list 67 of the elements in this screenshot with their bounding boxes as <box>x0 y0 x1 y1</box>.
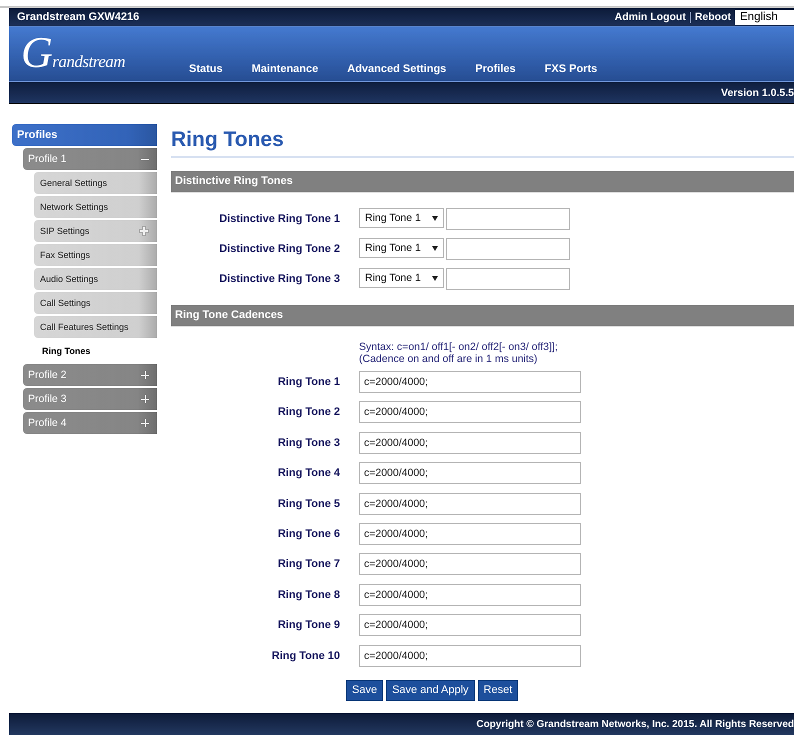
syntax-note: Syntax: c=on1/ off1[- on2/ off2[- on3/ off3]]; <box>359 341 559 353</box>
header-link[interactable]: Admin Logout <box>614 11 686 23</box>
page-title: Ring Tones <box>171 126 794 158</box>
sidebar-item[interactable]: Call Features Settings <box>34 316 157 338</box>
logo: Grandstream <box>21 31 126 75</box>
sidebar-item[interactable]: Fax Settings <box>34 244 157 266</box>
field-label: Ring Tone 5 <box>276 498 340 510</box>
section-header: Ring Tone Cadences <box>171 305 794 327</box>
ring-tone-select[interactable]: Ring Tone 1 <box>359 268 444 288</box>
field-label: Ring Tone 9 <box>276 619 340 632</box>
expand-icon <box>141 395 149 403</box>
profile-item[interactable]: Profile 2 <box>23 364 157 386</box>
sidebar-item[interactable]: SIP Settings <box>34 220 157 242</box>
field-label: Ring Tone 3 <box>276 436 340 449</box>
sidebar-item[interactable]: Audio Settings <box>34 268 157 290</box>
field-label: Distinctive Ring Tone 3 <box>218 273 340 285</box>
ring-tone-select[interactable]: Ring Tone 1 <box>359 238 444 258</box>
header-link[interactable]: Reboot <box>694 11 731 23</box>
sidebar-header[interactable]: Profiles <box>12 124 157 146</box>
syntax-note: (Cadence on and off are in 1 ms units) <box>359 353 538 365</box>
input-field[interactable]: c=2000/4000; <box>359 522 581 545</box>
product-name: Grandstream GXW4216 <box>17 11 140 23</box>
input-field[interactable]: c=2000/4000; <box>359 371 581 393</box>
profile-item[interactable]: Profile 3 <box>23 388 157 410</box>
field-label: Ring Tone 4 <box>276 467 340 480</box>
input-field[interactable] <box>446 208 570 230</box>
sidebar-item[interactable]: Call Settings <box>34 292 157 314</box>
field-label: Ring Tone 6 <box>276 528 340 540</box>
copyright-text: Copyright © Grandstream Networks, Inc. 2015. All Rights Reserved <box>476 718 794 730</box>
nav-link[interactable]: Profiles <box>475 63 516 75</box>
field-label: Ring Tone 1 <box>276 376 340 388</box>
sidebar-item[interactable]: Network Settings <box>34 196 157 218</box>
section-header: Distinctive Ring Tones <box>171 171 794 193</box>
input-field[interactable]: c=2000/4000; <box>359 553 581 576</box>
nav-link[interactable]: FXS Ports <box>544 63 598 75</box>
input-field[interactable]: c=2000/4000; <box>359 462 581 484</box>
action-button[interactable]: Save and Apply <box>386 680 475 701</box>
action-button[interactable]: Reset <box>478 680 518 701</box>
caret-icon <box>432 246 438 250</box>
input-field[interactable] <box>446 238 570 260</box>
ring-tone-select[interactable]: Ring Tone 1 <box>359 208 444 228</box>
profile-item[interactable]: Profile 4 <box>23 412 157 434</box>
field-label: Distinctive Ring Tone 2 <box>218 243 340 255</box>
expand-icon <box>141 419 149 427</box>
version-text: Version 1.0.5.5 <box>721 86 794 98</box>
field-label: Ring Tone 7 <box>276 558 340 570</box>
field-label: Ring Tone 8 <box>276 588 340 601</box>
action-button[interactable]: Save <box>346 680 384 701</box>
nav-link[interactable]: Status <box>189 63 223 75</box>
input-field[interactable]: c=2000/4000; <box>359 614 581 636</box>
input-field[interactable]: c=2000/4000; <box>359 432 581 454</box>
field-label: Ring Tone 10 <box>270 650 340 662</box>
field-label: Ring Tone 2 <box>276 406 340 418</box>
language-select[interactable]: English <box>735 10 794 24</box>
nav-link[interactable]: Advanced Settings <box>347 63 446 75</box>
field-label: Distinctive Ring Tone 1 <box>218 213 340 225</box>
sidebar-item[interactable]: General Settings <box>34 172 157 194</box>
input-field[interactable]: c=2000/4000; <box>359 401 581 424</box>
expand-icon <box>141 371 149 379</box>
caret-icon <box>432 276 438 280</box>
input-field[interactable]: c=2000/4000; <box>359 492 581 515</box>
input-field[interactable] <box>446 268 570 290</box>
input-field[interactable]: c=2000/4000; <box>359 584 581 606</box>
input-field[interactable]: c=2000/4000; <box>359 644 581 667</box>
profile-item[interactable]: Profile 1 <box>23 148 157 170</box>
caret-icon <box>432 216 438 220</box>
nav-link[interactable]: Maintenance <box>252 63 318 75</box>
